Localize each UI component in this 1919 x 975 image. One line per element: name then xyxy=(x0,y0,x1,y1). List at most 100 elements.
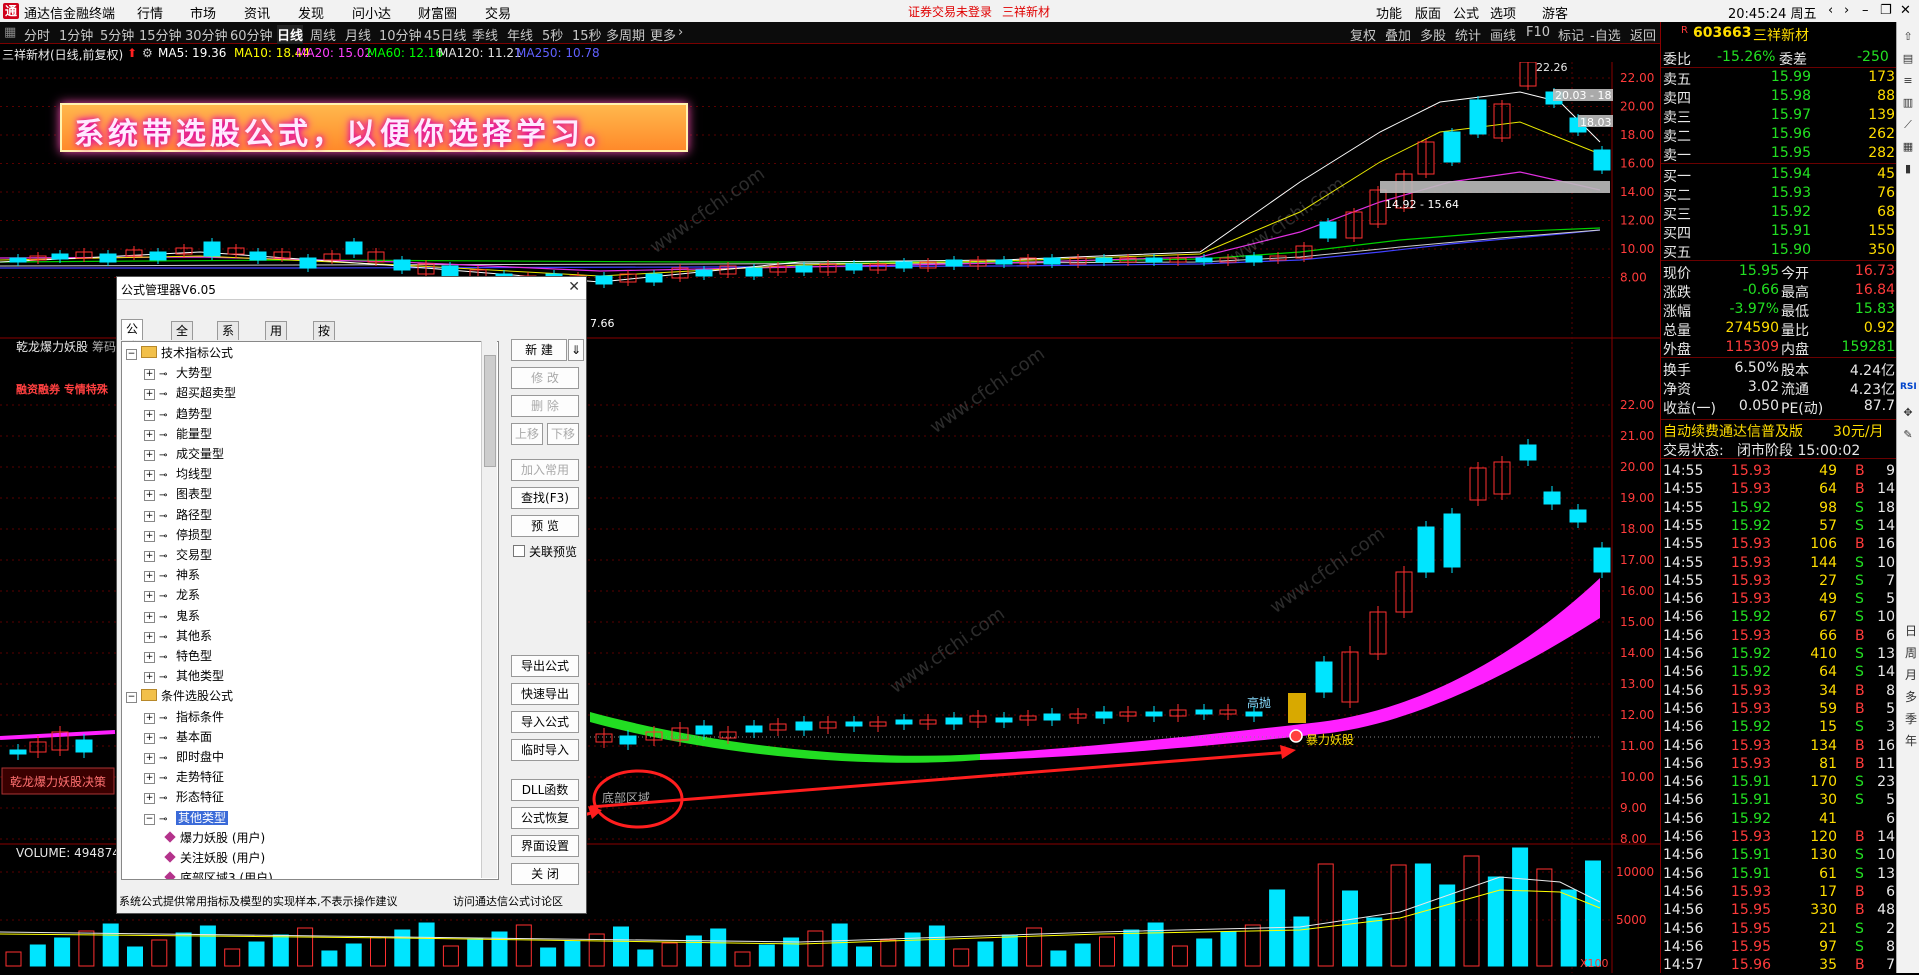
settings-gear-icon[interactable]: ⚙ xyxy=(142,46,153,60)
expand-icon[interactable]: + xyxy=(144,450,155,461)
menu-xuanxiang[interactable]: 选项 xyxy=(1490,3,1516,22)
tool-f10[interactable]: F10 xyxy=(1526,25,1550,40)
minimize-icon[interactable]: – xyxy=(1862,3,1869,18)
tool-diejia[interactable]: 叠加 xyxy=(1385,25,1411,44)
sidebar-period[interactable]: 多 xyxy=(1903,688,1919,705)
tree-item[interactable]: 底部区域3 (用户) xyxy=(162,869,273,879)
tree-item[interactable]: + ⊸ 即时盘中 xyxy=(144,748,224,766)
menu-banmian[interactable]: 版面 xyxy=(1415,3,1441,22)
sidebar-bars-icon[interactable]: ▮ xyxy=(1900,162,1916,175)
link-preview-checkbox[interactable] xyxy=(513,545,525,557)
period-30min[interactable]: 30分钟 xyxy=(185,25,228,44)
period-5sec[interactable]: 5秒 xyxy=(542,25,563,44)
expand-icon[interactable]: + xyxy=(144,510,155,522)
menu-jiaoyi[interactable]: 交易 xyxy=(485,3,511,22)
tool-huaxian[interactable]: 画线 xyxy=(1490,25,1516,44)
period-more[interactable]: 更多 xyxy=(650,25,676,44)
tree-item[interactable]: + ⊸ 形态特征 xyxy=(144,788,224,806)
expand-icon[interactable]: + xyxy=(144,470,155,482)
sidebar-period[interactable]: 月 xyxy=(1903,666,1919,683)
menu-gongneng[interactable]: 功能 xyxy=(1376,3,1402,22)
sidebar-pen-icon[interactable]: ✎ xyxy=(1900,428,1916,441)
period-1min[interactable]: 1分钟 xyxy=(59,25,93,44)
tool-biaoji[interactable]: 标记 xyxy=(1558,25,1584,44)
tree-item[interactable]: + ⊸ 龙系 xyxy=(144,586,200,604)
sidebar-move-icon[interactable]: ✥ xyxy=(1900,406,1916,419)
scroll-thumb[interactable] xyxy=(484,355,496,467)
add-common-button[interactable]: 加入常用 xyxy=(511,459,579,481)
expand-icon[interactable]: + xyxy=(144,591,155,603)
period-15min[interactable]: 15分钟 xyxy=(139,25,182,44)
forum-link[interactable]: 访问通达信公式讨论区 xyxy=(453,893,563,909)
tree-item[interactable]: + ⊸ 其他类型 xyxy=(144,667,224,685)
period-quarter[interactable]: 季线 xyxy=(472,25,498,44)
tab-by-date[interactable]: 按日期频度 xyxy=(313,321,336,410)
period-daily[interactable]: 日线 xyxy=(277,25,304,44)
sidebar-chart-icon[interactable]: ▥ xyxy=(1900,96,1916,109)
expand-icon[interactable]: + xyxy=(144,389,155,401)
tree-item[interactable]: + ⊸ 路径型 xyxy=(144,506,212,524)
tool-zixuan[interactable]: -自选 xyxy=(1590,25,1621,44)
formula-restore-button[interactable]: 公式恢复 xyxy=(511,807,579,829)
expand-icon[interactable]: + xyxy=(144,672,155,684)
period-multi[interactable]: 多周期 xyxy=(606,25,645,44)
tree-item[interactable]: + ⊸ 趋势型 xyxy=(144,405,212,423)
collapse-icon[interactable]: − xyxy=(126,349,137,360)
tree-item[interactable]: + ⊸ 交易型 xyxy=(144,546,212,564)
back-arrow-icon[interactable]: ‹ xyxy=(1828,3,1833,18)
tree-item[interactable]: + ⊸ 均线型 xyxy=(144,465,212,483)
tool-fanhui[interactable]: 返回 xyxy=(1630,25,1656,44)
expand-icon[interactable]: + xyxy=(144,652,155,663)
expand-icon[interactable]: + xyxy=(144,631,155,643)
find-button[interactable]: 查找(F3) xyxy=(511,487,579,509)
tab-system[interactable]: 系统 xyxy=(217,321,240,356)
collapse-icon[interactable]: − xyxy=(144,813,155,825)
tree-item[interactable]: + ⊸ 成交量型 xyxy=(144,445,224,463)
menu-wenxiaoda[interactable]: 问小达 xyxy=(352,3,391,22)
temp-import-button[interactable]: 临时导入 xyxy=(511,739,579,761)
expand-icon[interactable]: + xyxy=(144,551,155,562)
formula-tree[interactable]: − 技术指标公式 + ⊸ 大势型 + ⊸ 超买超卖型 + ⊸ 趋势型 + ⊸ 能量型 + ⊸ 成交量型 + ⊸ 均线型… xyxy=(121,341,499,880)
expand-icon[interactable]: + xyxy=(144,409,155,421)
sidebar-list-icon[interactable]: ≡ xyxy=(1900,74,1916,87)
period-60min[interactable]: 60分钟 xyxy=(230,25,273,44)
move-up-button[interactable]: 上移 xyxy=(511,423,543,445)
sidebar-grid-icon[interactable]: ▤ xyxy=(1900,52,1916,65)
collapse-icon[interactable]: − xyxy=(126,692,137,704)
menu-faxian[interactable]: 发现 xyxy=(298,3,324,22)
tree-item[interactable]: − ⊸ 其他类型 xyxy=(144,809,229,827)
expand-icon[interactable]: + xyxy=(144,611,155,623)
move-down-button[interactable]: 下移 xyxy=(547,423,579,445)
preview-button[interactable]: 预 览 xyxy=(511,515,579,537)
tool-duogu[interactable]: 多股 xyxy=(1420,25,1446,44)
close-icon[interactable]: ✕ xyxy=(1900,3,1911,18)
tree-item[interactable]: + ⊸ 大势型 xyxy=(144,364,212,382)
period-15sec[interactable]: 15秒 xyxy=(572,25,602,44)
period-5min[interactable]: 5分钟 xyxy=(100,25,134,44)
tab-group[interactable]: 公式组 xyxy=(121,319,144,372)
export-formula-button[interactable]: 导出公式 xyxy=(511,655,579,677)
tree-item[interactable]: + ⊸ 能量型 xyxy=(144,425,212,443)
tree-item[interactable]: + ⊸ 神系 xyxy=(144,566,200,584)
login-warning[interactable]: 证券交易未登录 xyxy=(908,3,992,20)
sidebar-rsi-icon[interactable]: RSI xyxy=(1900,382,1917,392)
sidebar-trend-icon[interactable]: ⟋ xyxy=(1900,118,1916,132)
quick-export-button[interactable]: 快速导出 xyxy=(511,683,579,705)
grid-icon[interactable]: ▦ xyxy=(4,25,16,40)
promo-price[interactable]: 30元/月 xyxy=(1833,421,1884,441)
period-45day[interactable]: 45日线 xyxy=(424,25,467,44)
tree-item[interactable]: + ⊸ 走势特征 xyxy=(144,768,224,786)
tree-scrollbar[interactable] xyxy=(481,341,497,878)
tool-tongji[interactable]: 统计 xyxy=(1455,25,1481,44)
expand-icon[interactable]: + xyxy=(144,369,155,381)
sidebar-period[interactable]: 季 xyxy=(1903,710,1919,727)
tab-user[interactable]: 用户 xyxy=(265,321,288,356)
expand-icon[interactable]: + xyxy=(144,773,155,785)
sidebar-table-icon[interactable]: ▦ xyxy=(1900,140,1916,153)
expand-icon[interactable]: + xyxy=(144,490,155,502)
tree-item[interactable]: − 条件选股公式 xyxy=(126,687,233,705)
dialog-close-icon[interactable]: ✕ xyxy=(568,279,580,295)
period-10min[interactable]: 10分钟 xyxy=(379,25,422,44)
expand-icon[interactable]: + xyxy=(144,753,155,764)
sidebar-arrow-icon[interactable]: ⇧ xyxy=(1900,30,1916,43)
